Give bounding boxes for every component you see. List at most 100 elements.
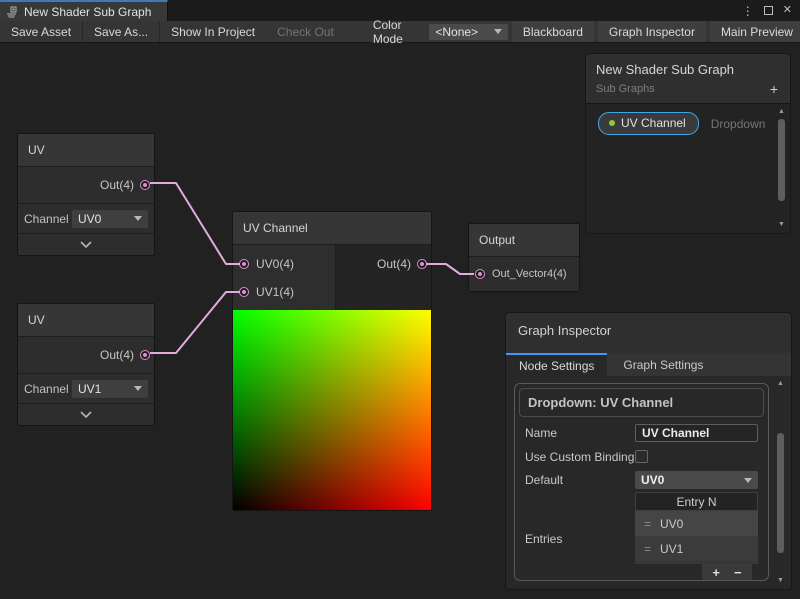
blackboard-toggle-button[interactable]: Blackboard: [512, 21, 594, 42]
edge-wire-uv0[interactable]: [150, 183, 240, 264]
default-dropdown[interactable]: UV0: [635, 471, 758, 489]
scroll-down-icon[interactable]: ▼: [777, 576, 784, 586]
dropdown-settings-section: Dropdown: UV Channel Name UV Channel Use…: [514, 383, 769, 581]
inspector-body: Dropdown: UV Channel Name UV Channel Use…: [505, 376, 792, 590]
blackboard-panel[interactable]: New Shader Sub Graph Sub Graphs + UV Cha…: [585, 53, 791, 234]
property-row: UV Channel Dropdown: [598, 112, 770, 135]
entry-row-uv1[interactable]: = UV1: [635, 536, 758, 561]
tab-new-shader-sub-graph[interactable]: New Shader Sub Graph: [0, 0, 168, 21]
node-preview-uv-gradient: [233, 310, 431, 510]
node-output[interactable]: Output Out_Vector4(4): [468, 223, 580, 292]
tab-graph-settings[interactable]: Graph Settings: [607, 353, 719, 376]
node-title[interactable]: UV: [18, 304, 154, 337]
save-as-button[interactable]: Save As...: [83, 21, 160, 42]
blackboard-scrollbar[interactable]: ▲ ▼: [775, 107, 788, 230]
port-label: UV0(4): [256, 257, 294, 271]
entries-label: Entries: [525, 492, 635, 547]
use-custom-binding-label: Use Custom Binding: [525, 448, 635, 465]
main-preview-toggle-button[interactable]: Main Preview: [710, 21, 800, 42]
collapse-toggle[interactable]: [18, 403, 154, 425]
dropdown-caret-icon: [494, 29, 502, 34]
edge-wire-uv1[interactable]: [150, 292, 240, 353]
port-label: UV1(4): [256, 285, 294, 299]
toolbar-right-group: Blackboard Graph Inspector Main Preview: [508, 21, 800, 42]
kebab-menu-icon[interactable]: ⋮: [742, 5, 754, 17]
scrollbar-thumb[interactable]: [778, 119, 785, 201]
color-mode-value: <None>: [435, 25, 478, 39]
graph-inspector-toggle-button[interactable]: Graph Inspector: [598, 21, 706, 42]
scroll-down-icon[interactable]: ▼: [778, 220, 785, 230]
node-uv-channel[interactable]: UV Channel UV0(4) UV1(4) Out(4): [232, 211, 432, 511]
edge-wire-out[interactable]: [426, 264, 474, 274]
default-label: Default: [525, 471, 635, 488]
inspector-scrollbar[interactable]: ▲ ▼: [774, 379, 787, 586]
chevron-down-icon: [80, 241, 92, 248]
node-title[interactable]: Output: [469, 224, 579, 257]
inspector-header: Graph Inspector: [505, 312, 792, 353]
node-title[interactable]: UV: [18, 134, 154, 167]
blackboard-subtitle: Sub Graphs: [596, 83, 655, 95]
input-port-icon[interactable]: [475, 269, 485, 279]
inspector-title: Graph Inspector: [518, 323, 779, 338]
graph-inspector-panel[interactable]: Graph Inspector Node Settings Graph Sett…: [505, 312, 792, 590]
input-port-icon[interactable]: [239, 287, 249, 297]
output-port-icon[interactable]: [140, 180, 150, 190]
inspector-tabs: Node Settings Graph Settings: [505, 353, 792, 376]
node-uv-b[interactable]: UV Out(4) Channel UV1: [17, 303, 155, 426]
remove-entry-button[interactable]: −: [734, 566, 742, 579]
channel-value: UV1: [78, 382, 101, 396]
save-asset-button[interactable]: Save Asset: [0, 21, 83, 42]
dropdown-caret-icon: [134, 386, 142, 391]
blackboard-header: New Shader Sub Graph Sub Graphs +: [585, 53, 791, 103]
close-icon[interactable]: ✕: [783, 5, 792, 16]
property-name: UV Channel: [621, 116, 686, 130]
scroll-up-icon[interactable]: ▲: [777, 379, 784, 389]
dropdown-caret-icon: [744, 478, 752, 483]
blackboard-title: New Shader Sub Graph: [596, 62, 780, 77]
entries-list: = UV0 = UV1: [635, 511, 758, 564]
color-mode-group: Color Mode <None>: [373, 21, 508, 42]
channel-value: UV0: [78, 212, 101, 226]
drag-handle-icon[interactable]: =: [644, 517, 651, 531]
chevron-down-icon: [80, 411, 92, 418]
show-in-project-button[interactable]: Show In Project: [160, 21, 266, 42]
scrollbar-thumb[interactable]: [777, 433, 784, 553]
add-entry-button[interactable]: +: [712, 566, 720, 579]
collapse-toggle[interactable]: [18, 233, 154, 255]
entry-value: UV0: [660, 517, 683, 531]
property-pill-uv-channel[interactable]: UV Channel: [598, 112, 699, 135]
use-custom-binding-checkbox[interactable]: [635, 450, 648, 463]
channel-dropdown[interactable]: UV0: [72, 210, 148, 228]
scroll-up-icon[interactable]: ▲: [778, 107, 785, 117]
subgraph-asset-icon: [6, 6, 18, 18]
name-field[interactable]: UV Channel: [635, 424, 758, 442]
entry-row-uv0[interactable]: = UV0: [635, 511, 758, 536]
port-label: Out(4): [100, 178, 134, 192]
drag-handle-icon[interactable]: =: [644, 542, 651, 556]
dropdown-caret-icon: [134, 216, 142, 221]
tab-node-settings[interactable]: Node Settings: [506, 353, 607, 376]
add-property-button[interactable]: +: [768, 82, 780, 96]
default-value: UV0: [641, 473, 664, 487]
port-label: Out(4): [377, 257, 411, 271]
color-mode-label: Color Mode: [373, 18, 422, 46]
port-label: Out_Vector4(4): [492, 268, 567, 280]
graph-canvas[interactable]: UV Out(4) Channel UV0 UV Out(4) Channel: [0, 43, 800, 599]
property-type: Dropdown: [711, 117, 766, 131]
entries-header: Entry N: [635, 492, 758, 511]
section-title: Dropdown: UV Channel: [519, 388, 764, 417]
entries-footer: + −: [702, 564, 752, 581]
check-out-button: Check Out: [266, 21, 345, 42]
name-label: Name: [525, 424, 635, 441]
port-label: Out(4): [100, 348, 134, 362]
maximize-icon[interactable]: [764, 6, 773, 15]
channel-label: Channel: [24, 382, 68, 396]
color-mode-dropdown[interactable]: <None>: [429, 24, 507, 40]
input-port-icon[interactable]: [239, 259, 249, 269]
channel-dropdown[interactable]: UV1: [72, 380, 148, 398]
entry-value: UV1: [660, 542, 683, 556]
output-port-icon[interactable]: [417, 259, 427, 269]
node-title[interactable]: UV Channel: [233, 212, 431, 245]
node-uv-a[interactable]: UV Out(4) Channel UV0: [17, 133, 155, 256]
output-port-icon[interactable]: [140, 350, 150, 360]
